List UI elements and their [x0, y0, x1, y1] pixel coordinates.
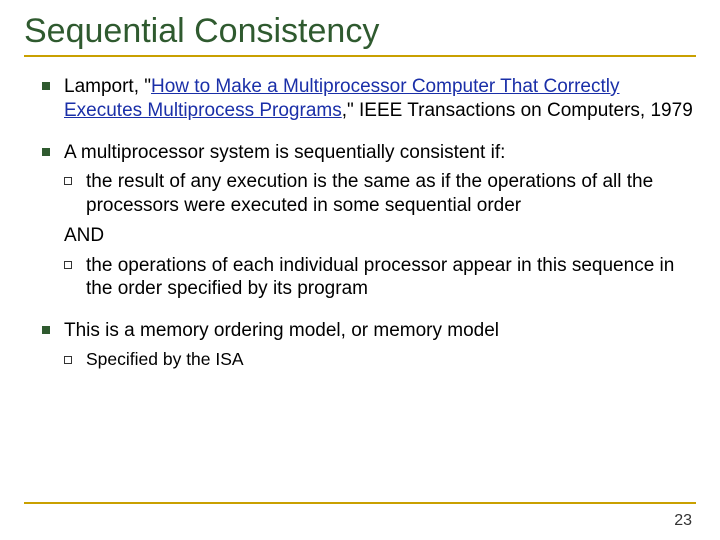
memory-model-text: This is a memory ordering model, or memo…	[64, 319, 696, 343]
citation-post: ," IEEE Transactions on Computers, 1979	[342, 100, 693, 121]
footer-rule	[24, 502, 696, 504]
slide: Sequential Consistency Lamport, "How to …	[0, 0, 720, 540]
open-square-bullet-icon	[64, 261, 72, 269]
page-number: 23	[674, 512, 692, 530]
slide-body: Lamport, "How to Make a Multiprocessor C…	[24, 75, 696, 371]
slide-title: Sequential Consistency	[24, 12, 696, 51]
citation-text: Lamport, "How to Make a Multiprocessor C…	[64, 75, 696, 123]
condition-1-text: the result of any execution is the same …	[86, 170, 696, 218]
square-bullet-icon	[42, 82, 50, 90]
isa-text: Specified by the ISA	[86, 349, 696, 371]
title-rule	[24, 55, 696, 57]
square-bullet-icon	[42, 326, 50, 334]
bullet-definition: A multiprocessor system is sequentially …	[24, 141, 696, 165]
definition-text: A multiprocessor system is sequentially …	[64, 141, 696, 165]
open-square-bullet-icon	[64, 356, 72, 364]
subbullet-condition-2: the operations of each individual proces…	[24, 254, 696, 302]
bullet-memory-model: This is a memory ordering model, or memo…	[24, 319, 696, 343]
subbullet-condition-1: the result of any execution is the same …	[24, 170, 696, 218]
citation-pre: Lamport, "	[64, 76, 151, 97]
open-square-bullet-icon	[64, 177, 72, 185]
square-bullet-icon	[42, 148, 50, 156]
and-connector: AND	[64, 224, 696, 248]
bullet-citation: Lamport, "How to Make a Multiprocessor C…	[24, 75, 696, 123]
condition-2-text: the operations of each individual proces…	[86, 254, 696, 302]
subbullet-isa: Specified by the ISA	[24, 349, 696, 371]
